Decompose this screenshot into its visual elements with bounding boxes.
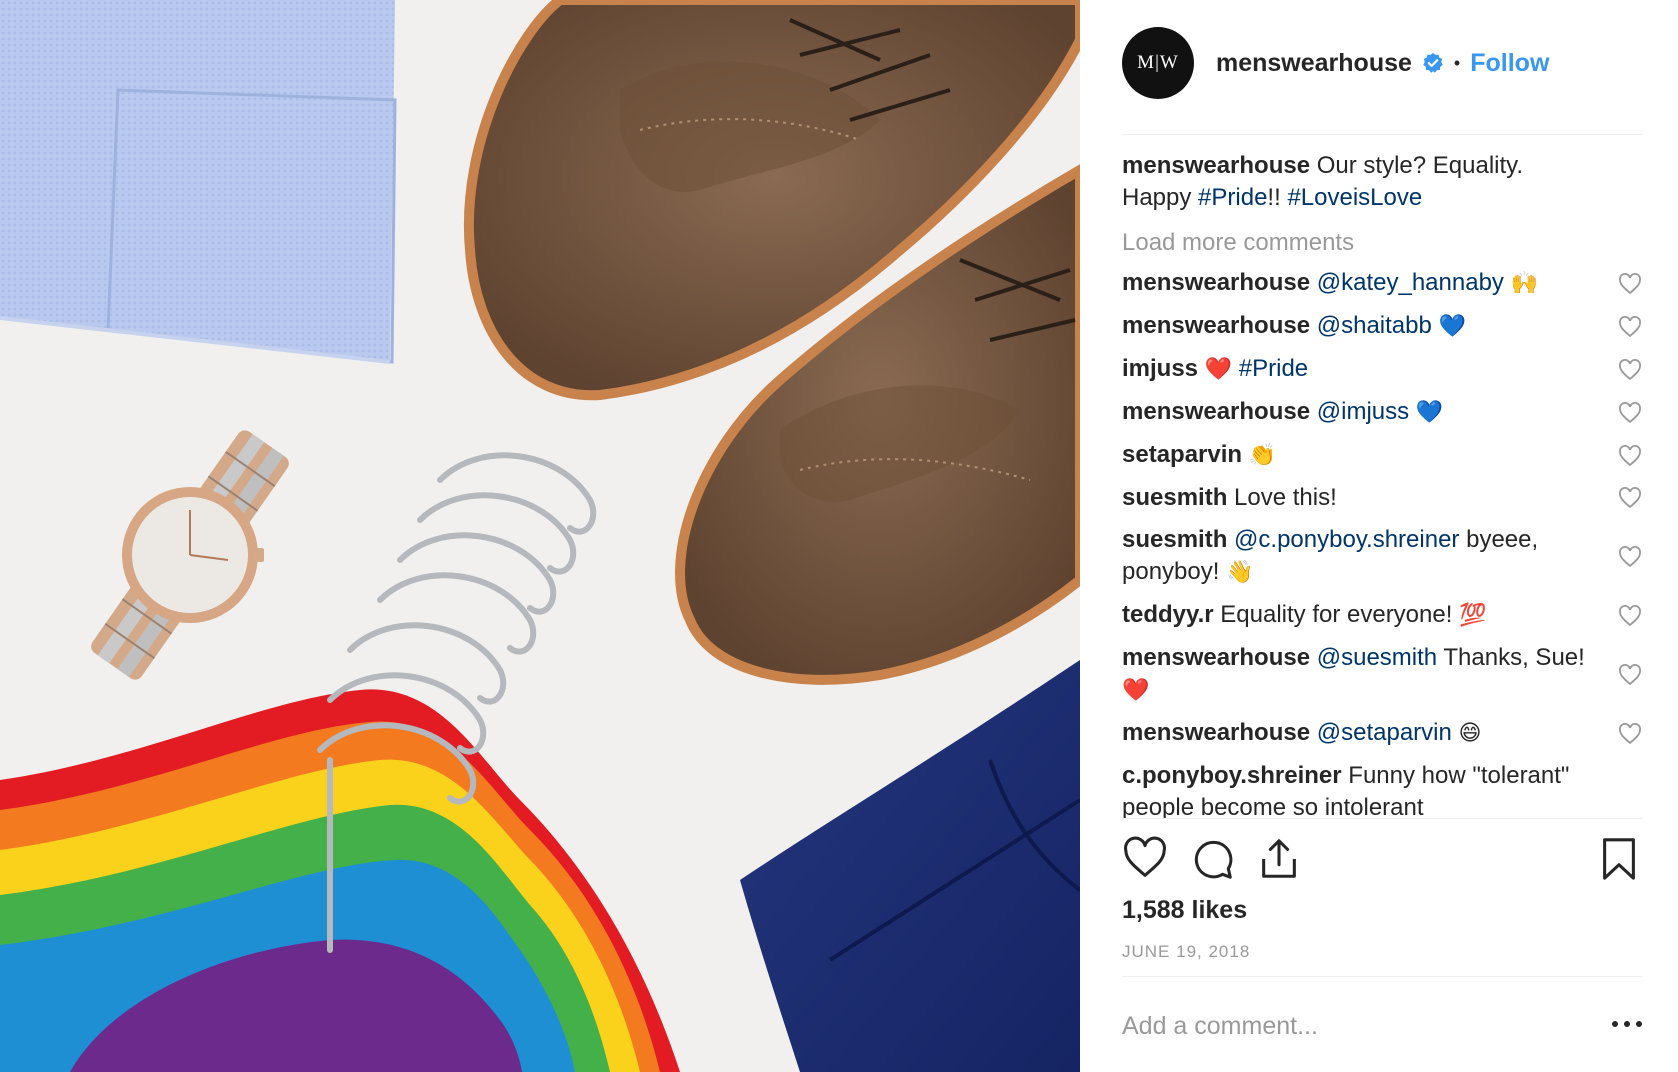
comment-mention[interactable]: @katey_hannaby	[1317, 269, 1504, 296]
comment-username[interactable]: setaparvin	[1122, 441, 1242, 468]
comment-username[interactable]: menswearhouse	[1122, 398, 1310, 425]
comment-emoji: ❤️	[1204, 357, 1233, 382]
comment-row: c.ponyboy.shreiner Funny how "tolerant" …	[1122, 760, 1642, 818]
like-comment-heart-icon[interactable]	[1618, 722, 1642, 745]
comment-emoji: 🙌	[1510, 271, 1538, 296]
comment-mention[interactable]: @shaitabb	[1317, 312, 1432, 339]
comment-text: Love this!	[1234, 484, 1337, 511]
heart-icon[interactable]	[1122, 836, 1168, 882]
post-header: M|W menswearhouse • Follow	[1122, 26, 1642, 100]
like-comment-heart-icon[interactable]	[1618, 315, 1642, 338]
like-comment-heart-icon[interactable]	[1618, 358, 1642, 381]
more-options-dot	[1636, 1021, 1642, 1027]
hashtag-link[interactable]: #Pride	[1198, 184, 1267, 211]
comment-username[interactable]: teddyy.r	[1122, 601, 1214, 628]
comment-username[interactable]: suesmith	[1122, 526, 1227, 553]
caption-text: Our style? Equality.	[1316, 152, 1524, 179]
comment-row: menswearhouse @shaitabb 💙	[1122, 310, 1642, 343]
header-username[interactable]: menswearhouse	[1216, 49, 1412, 78]
comment-emoji: 💯	[1459, 603, 1487, 628]
comment-row: menswearhouse @suesmith Thanks, Sue! ❤️	[1122, 642, 1642, 707]
comment-icon[interactable]	[1190, 836, 1236, 882]
like-comment-heart-icon[interactable]	[1618, 604, 1642, 627]
comment-emoji: 💙	[1438, 314, 1466, 339]
comment-mention[interactable]: @imjuss	[1317, 398, 1409, 425]
comment-mention[interactable]: @c.ponyboy.shreiner	[1234, 526, 1459, 553]
comment-username[interactable]: menswearhouse	[1122, 312, 1310, 339]
comment-username[interactable]: menswearhouse	[1122, 644, 1310, 671]
comments-list[interactable]: menswearhouse Our style? Equality. Happy…	[1122, 150, 1642, 818]
share-icon[interactable]	[1256, 836, 1302, 882]
comment-row: suesmith Love this!	[1122, 482, 1642, 514]
add-comment-input[interactable]	[1122, 1006, 1522, 1046]
like-comment-heart-icon[interactable]	[1618, 545, 1642, 568]
comment-username[interactable]: menswearhouse	[1122, 719, 1310, 746]
footer-divider	[1122, 976, 1642, 977]
comment-row: teddyy.r Equality for everyone! 💯	[1122, 599, 1642, 632]
comment-emoji: 👏	[1248, 443, 1277, 468]
post-photo-illustration	[0, 0, 1080, 1072]
post-actions-bar	[1122, 836, 1642, 884]
like-comment-heart-icon[interactable]	[1618, 487, 1642, 509]
comment-username[interactable]: suesmith	[1122, 484, 1227, 511]
comment-emoji: 💙	[1415, 400, 1444, 425]
post-date[interactable]: JUNE 19, 2018	[1122, 942, 1250, 962]
post-photo[interactable]	[0, 0, 1080, 1072]
comment-emoji: ❤️	[1122, 678, 1150, 703]
caption-username[interactable]: menswearhouse	[1122, 152, 1310, 179]
comment-emoji: 👋	[1226, 560, 1254, 585]
more-options-dot	[1624, 1021, 1630, 1027]
comment-mention[interactable]: @setaparvin	[1317, 719, 1452, 746]
header-divider	[1122, 134, 1642, 135]
verified-badge-icon	[1423, 52, 1443, 73]
like-comment-heart-icon[interactable]	[1618, 401, 1642, 424]
like-comment-heart-icon[interactable]	[1618, 663, 1642, 686]
bookmark-icon[interactable]	[1596, 836, 1642, 882]
post-side-panel: M|W menswearhouse • Follow menswearhouse…	[1080, 0, 1678, 1072]
likes-count[interactable]: 1,588 likes	[1122, 896, 1247, 925]
comment-row: menswearhouse @setaparvin 😄	[1122, 717, 1642, 750]
comment-text: Equality for everyone!	[1220, 601, 1453, 628]
comment-username[interactable]: c.ponyboy.shreiner	[1122, 762, 1342, 789]
comment-row: suesmith @c.ponyboy.shreiner byeee, pony…	[1122, 524, 1642, 589]
comment-row: menswearhouse @imjuss 💙	[1122, 396, 1642, 429]
comment-row: imjuss ❤️ #Pride	[1122, 353, 1642, 386]
comment-username[interactable]: menswearhouse	[1122, 269, 1310, 296]
follow-button[interactable]: Follow	[1470, 49, 1549, 78]
comment-username[interactable]: imjuss	[1122, 355, 1198, 382]
header-separator: •	[1453, 52, 1461, 73]
load-more-comments-button[interactable]: Load more comments	[1122, 229, 1642, 257]
comments-divider	[1122, 818, 1642, 819]
like-comment-heart-icon[interactable]	[1618, 444, 1642, 467]
more-options-icon[interactable]	[1612, 1014, 1642, 1034]
post-caption: menswearhouse Our style? Equality. Happy…	[1122, 150, 1642, 214]
hashtag-link[interactable]: #Pride	[1239, 355, 1308, 382]
comment-emoji: 😄	[1458, 721, 1482, 746]
comment-row: setaparvin 👏	[1122, 439, 1642, 472]
shirt-shape	[0, 0, 397, 364]
comment-mention[interactable]: @suesmith	[1317, 644, 1437, 671]
more-options-dot	[1612, 1021, 1618, 1027]
avatar[interactable]: M|W	[1122, 27, 1194, 99]
comment-text: Thanks, Sue!	[1443, 644, 1585, 671]
caption-text: !!	[1267, 184, 1281, 211]
comment-row: menswearhouse @katey_hannaby 🙌	[1122, 267, 1642, 300]
like-comment-heart-icon[interactable]	[1618, 272, 1642, 295]
caption-text: Happy	[1122, 184, 1192, 211]
hashtag-link[interactable]: #LoveisLove	[1287, 184, 1422, 211]
